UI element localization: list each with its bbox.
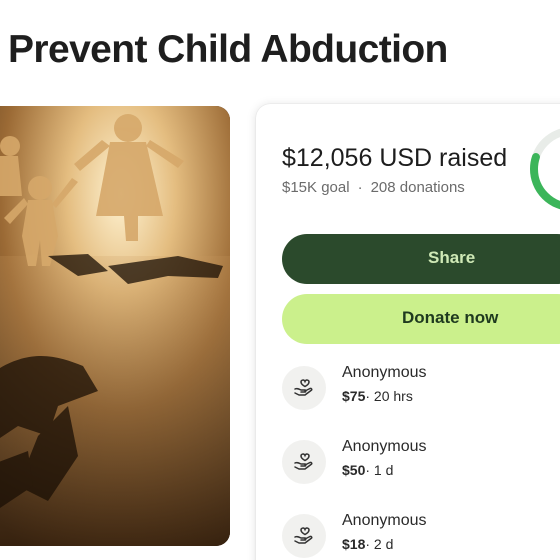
amount-raised: $12,056 USD raised xyxy=(282,144,508,172)
campaign-stats: $15K goal · 208 donations xyxy=(282,179,465,196)
donation-time: · 20 hrs xyxy=(365,388,413,404)
page-title: Prevent Child Abduction xyxy=(8,28,448,71)
hand-heart-icon xyxy=(282,440,326,484)
donor-name: Anonymous xyxy=(342,512,427,529)
share-button[interactable]: Share xyxy=(282,234,560,284)
hand-heart-icon xyxy=(282,366,326,410)
donation-amount: $50 xyxy=(342,462,366,478)
donation-amount: $18 xyxy=(342,536,366,552)
donation-details: $50· 1 d xyxy=(342,462,393,478)
donation-time: · 1 d xyxy=(365,462,394,478)
share-button-label: Share xyxy=(428,248,476,267)
goal-text: $15K goal xyxy=(282,179,350,196)
donate-now-button[interactable]: Donate now xyxy=(282,294,560,344)
campaign-image[interactable] xyxy=(0,106,230,546)
donation-item: Anonymous $75· 20 hrs xyxy=(282,364,560,414)
donation-time: · 2 d xyxy=(365,536,394,552)
donation-amount: $75 xyxy=(342,388,366,404)
stats-separator: · xyxy=(357,179,363,196)
donor-name: Anonymous xyxy=(342,364,427,381)
donation-details: $18· 2 d xyxy=(342,536,393,552)
donor-name: Anonymous xyxy=(342,438,427,455)
donate-button-label: Donate now xyxy=(402,308,499,327)
hand-heart-icon xyxy=(282,514,326,558)
fundraiser-page: Prevent Child Abduction $12,056 USD rais… xyxy=(0,0,560,560)
donation-count: 208 donations xyxy=(370,179,465,196)
paper-family-cutout-image xyxy=(0,106,230,546)
donation-details: $75· 20 hrs xyxy=(342,388,413,404)
donation-item: Anonymous $18· 2 d xyxy=(282,512,560,560)
progress-ring xyxy=(530,127,560,211)
donation-item: Anonymous $50· 1 d xyxy=(282,438,560,488)
